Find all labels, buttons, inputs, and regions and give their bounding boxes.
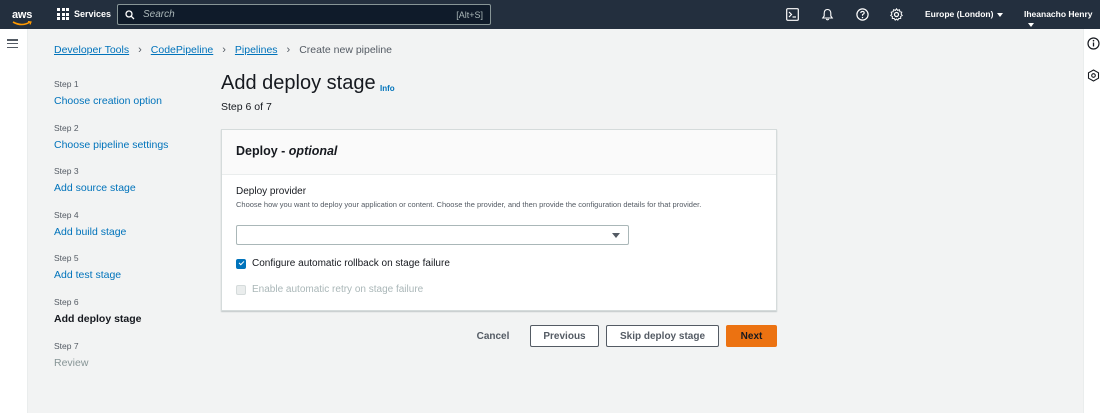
services-grid-icon [57, 8, 69, 20]
retry-checkbox-label: Enable automatic retry on stage failure [252, 284, 424, 295]
tools-rail [1083, 29, 1100, 413]
rollback-checkbox-row: Configure automatic rollback on stage fa… [236, 258, 450, 269]
step-link-add-test-stage[interactable]: Add test stage [54, 269, 204, 281]
next-button[interactable]: Next [726, 325, 777, 347]
step-link-add-source-stage[interactable]: Add source stage [54, 182, 204, 194]
deploy-provider-description: Choose how you want to deploy your appli… [236, 200, 702, 209]
region-label: Europe (London) [925, 9, 994, 19]
chevron-right-icon: › [138, 44, 142, 56]
breadcrumb-current: Create new pipeline [299, 44, 393, 56]
help-icon[interactable] [856, 8, 869, 21]
step-link-choose-pipeline-settings[interactable]: Choose pipeline settings [54, 139, 204, 151]
tutorials-panel-icon[interactable] [1087, 69, 1100, 82]
settings-gear-icon[interactable] [890, 8, 903, 21]
retry-checkbox-disabled [236, 284, 246, 295]
services-label: Services [74, 9, 112, 19]
checkmark-icon [238, 259, 244, 266]
chevron-down-icon [1028, 22, 1034, 27]
rollback-checkbox[interactable] [236, 258, 246, 269]
step-current-add-deploy-stage: Add deploy stage [54, 312, 142, 325]
search-icon [125, 9, 135, 19]
cancel-button[interactable]: Cancel [467, 325, 519, 347]
wizard-step-3: Step 3 Add source stage [54, 166, 204, 210]
info-panel-icon[interactable] [1087, 37, 1100, 50]
retry-checkbox-row: Enable automatic retry on stage failure [236, 284, 423, 295]
deploy-header-title: Deploy - [236, 144, 289, 158]
step-number: Step 3 [54, 166, 79, 177]
step-review-disabled: Review [54, 356, 89, 369]
deploy-provider-select[interactable] [236, 225, 629, 245]
deploy-header-optional: optional [288, 144, 338, 158]
previous-button[interactable]: Previous [530, 325, 599, 347]
wizard-step-4: Step 4 Add build stage [54, 210, 204, 254]
account-menu[interactable]: Iheanacho Henry [1024, 9, 1100, 29]
deploy-header: Deploy - optional [222, 130, 776, 175]
wizard-step-2: Step 2 Choose pipeline settings [54, 123, 204, 167]
hamburger-menu-icon[interactable] [7, 39, 18, 49]
step-number: Step 5 [54, 253, 79, 264]
side-navigation-rail [0, 29, 28, 413]
aws-logo-text: aws [12, 9, 33, 21]
wizard-step-5: Step 5 Add test stage [54, 253, 204, 297]
region-selector[interactable]: Europe (London) [925, 9, 1004, 19]
step-link-choose-creation-option[interactable]: Choose creation option [54, 95, 204, 107]
deploy-container: Deploy - optional Deploy provider Choose… [221, 129, 777, 311]
breadcrumb-codepipeline[interactable]: CodePipeline [151, 44, 213, 56]
rollback-checkbox-label[interactable]: Configure automatic rollback on stage fa… [252, 258, 450, 269]
info-link[interactable]: Info [380, 84, 395, 93]
search-shortcut-hint: [Alt+S] [456, 9, 483, 20]
skip-deploy-stage-button[interactable]: Skip deploy stage [606, 325, 719, 347]
breadcrumb-developer-tools[interactable]: Developer Tools [54, 44, 129, 56]
step-number: Step 4 [54, 209, 79, 220]
wizard-steps: Step 1 Choose creation option Step 2 Cho… [54, 79, 204, 384]
services-menu-button[interactable]: Services [57, 8, 111, 20]
chevron-down-icon [997, 12, 1004, 17]
account-name: Iheanacho Henry [1024, 9, 1093, 19]
wizard-step-6: Step 6 Add deploy stage [54, 297, 204, 341]
wizard-step-1: Step 1 Choose creation option [54, 79, 204, 123]
step-link-add-build-stage[interactable]: Add build stage [54, 226, 204, 238]
global-search-box[interactable]: [Alt+S] [117, 4, 491, 25]
aws-smile-icon [12, 21, 32, 26]
step-number: Step 2 [54, 122, 79, 133]
step-number: Step 6 [54, 296, 79, 307]
chevron-right-icon: › [286, 44, 291, 56]
top-navigation-bar: aws Services [Alt+S] Eur [0, 0, 1100, 29]
step-progress-text: Step 6 of 7 [221, 101, 272, 113]
chevron-right-icon: › [222, 44, 226, 56]
cloudshell-icon[interactable] [786, 8, 799, 21]
wizard-step-7: Step 7 Review [54, 341, 204, 385]
search-input[interactable] [143, 9, 457, 20]
caret-down-icon [612, 233, 620, 238]
step-number: Step 7 [54, 340, 79, 351]
step-number: Step 1 [54, 79, 79, 89]
aws-logo[interactable]: aws [12, 5, 36, 26]
breadcrumb-pipelines[interactable]: Pipelines [235, 44, 278, 56]
deploy-provider-label: Deploy provider [236, 186, 307, 197]
page-title: Add deploy stage [221, 72, 376, 94]
breadcrumb: Developer Tools › CodePipeline › Pipelin… [54, 44, 392, 56]
notifications-bell-icon[interactable] [821, 8, 834, 21]
